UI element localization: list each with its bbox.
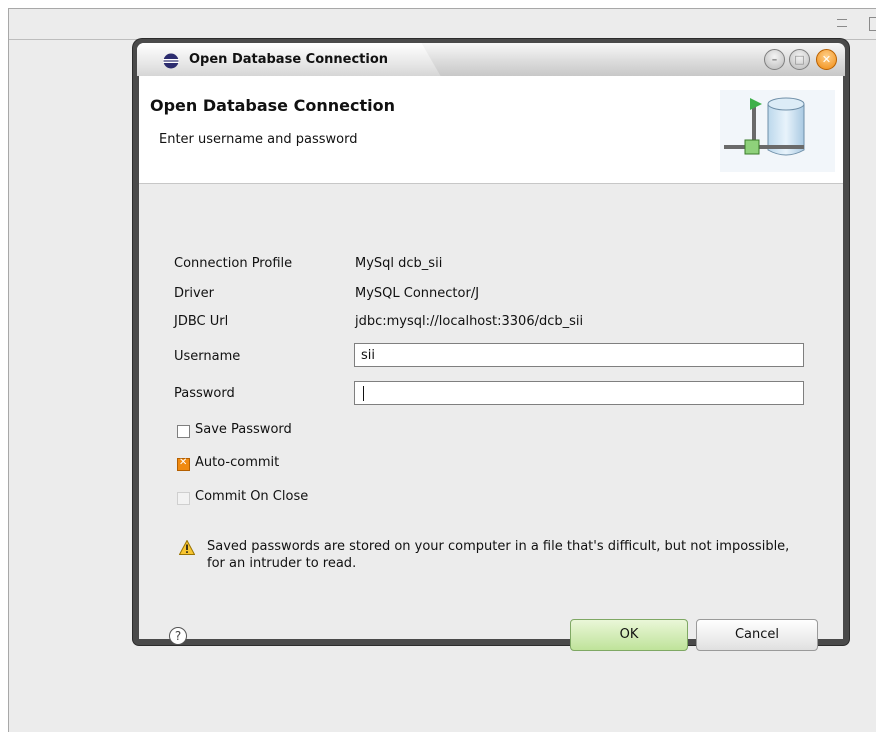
dialog-titlebar[interactable]: Open Database Connection – □ ✕ xyxy=(137,43,845,76)
help-icon[interactable]: ? xyxy=(169,627,187,645)
text-caret xyxy=(363,386,364,401)
database-connection-icon xyxy=(720,90,835,172)
commit-on-close-label: Commit On Close xyxy=(195,489,309,504)
warning-icon xyxy=(179,540,195,555)
minimize-view-icon[interactable] xyxy=(837,19,847,27)
dialog-header-description: Enter username and password xyxy=(159,132,358,147)
open-database-connection-dialog: Open Database Connection – □ ✕ Open Data… xyxy=(133,39,849,651)
dialog-window-title: Open Database Connection xyxy=(189,52,389,67)
save-password-checkbox[interactable] xyxy=(177,425,190,438)
eclipse-app-icon xyxy=(163,53,179,69)
jdbc-url-label: JDBC Url xyxy=(174,314,229,329)
save-password-label[interactable]: Save Password xyxy=(195,422,292,437)
workbench-toolbar xyxy=(9,9,876,40)
connection-profile-value: MySql dcb_sii xyxy=(355,256,443,271)
driver-value: MySQL Connector/J xyxy=(355,286,480,301)
driver-label: Driver xyxy=(174,286,215,301)
ok-button[interactable]: OK xyxy=(570,619,688,651)
password-label: Password xyxy=(174,386,235,401)
connection-profile-label: Connection Profile xyxy=(174,256,293,271)
dialog-header-title: Open Database Connection xyxy=(150,96,395,115)
jdbc-url-value: jdbc:mysql://localhost:3306/dcb_sii xyxy=(355,314,584,329)
username-label: Username xyxy=(174,349,241,364)
minimize-icon: – xyxy=(771,53,778,66)
warning-message: Saved passwords are stored on your compu… xyxy=(207,539,790,571)
auto-commit-checkbox[interactable] xyxy=(177,457,190,471)
cancel-button[interactable]: Cancel xyxy=(696,619,818,651)
auto-commit-label[interactable]: Auto-commit xyxy=(195,455,279,470)
minimize-button[interactable]: – xyxy=(764,49,785,70)
username-field[interactable] xyxy=(354,343,804,367)
password-field[interactable] xyxy=(354,381,804,405)
dialog-header: Open Database Connection Enter username … xyxy=(139,76,843,184)
maximize-view-icon[interactable] xyxy=(869,17,876,31)
maximize-icon: □ xyxy=(794,53,805,66)
close-button[interactable]: ✕ xyxy=(816,49,837,70)
dialog-content: Open Database Connection Enter username … xyxy=(139,76,843,651)
maximize-button[interactable]: □ xyxy=(789,49,810,70)
close-icon: ✕ xyxy=(821,53,832,66)
commit-on-close-checkbox xyxy=(177,492,190,505)
